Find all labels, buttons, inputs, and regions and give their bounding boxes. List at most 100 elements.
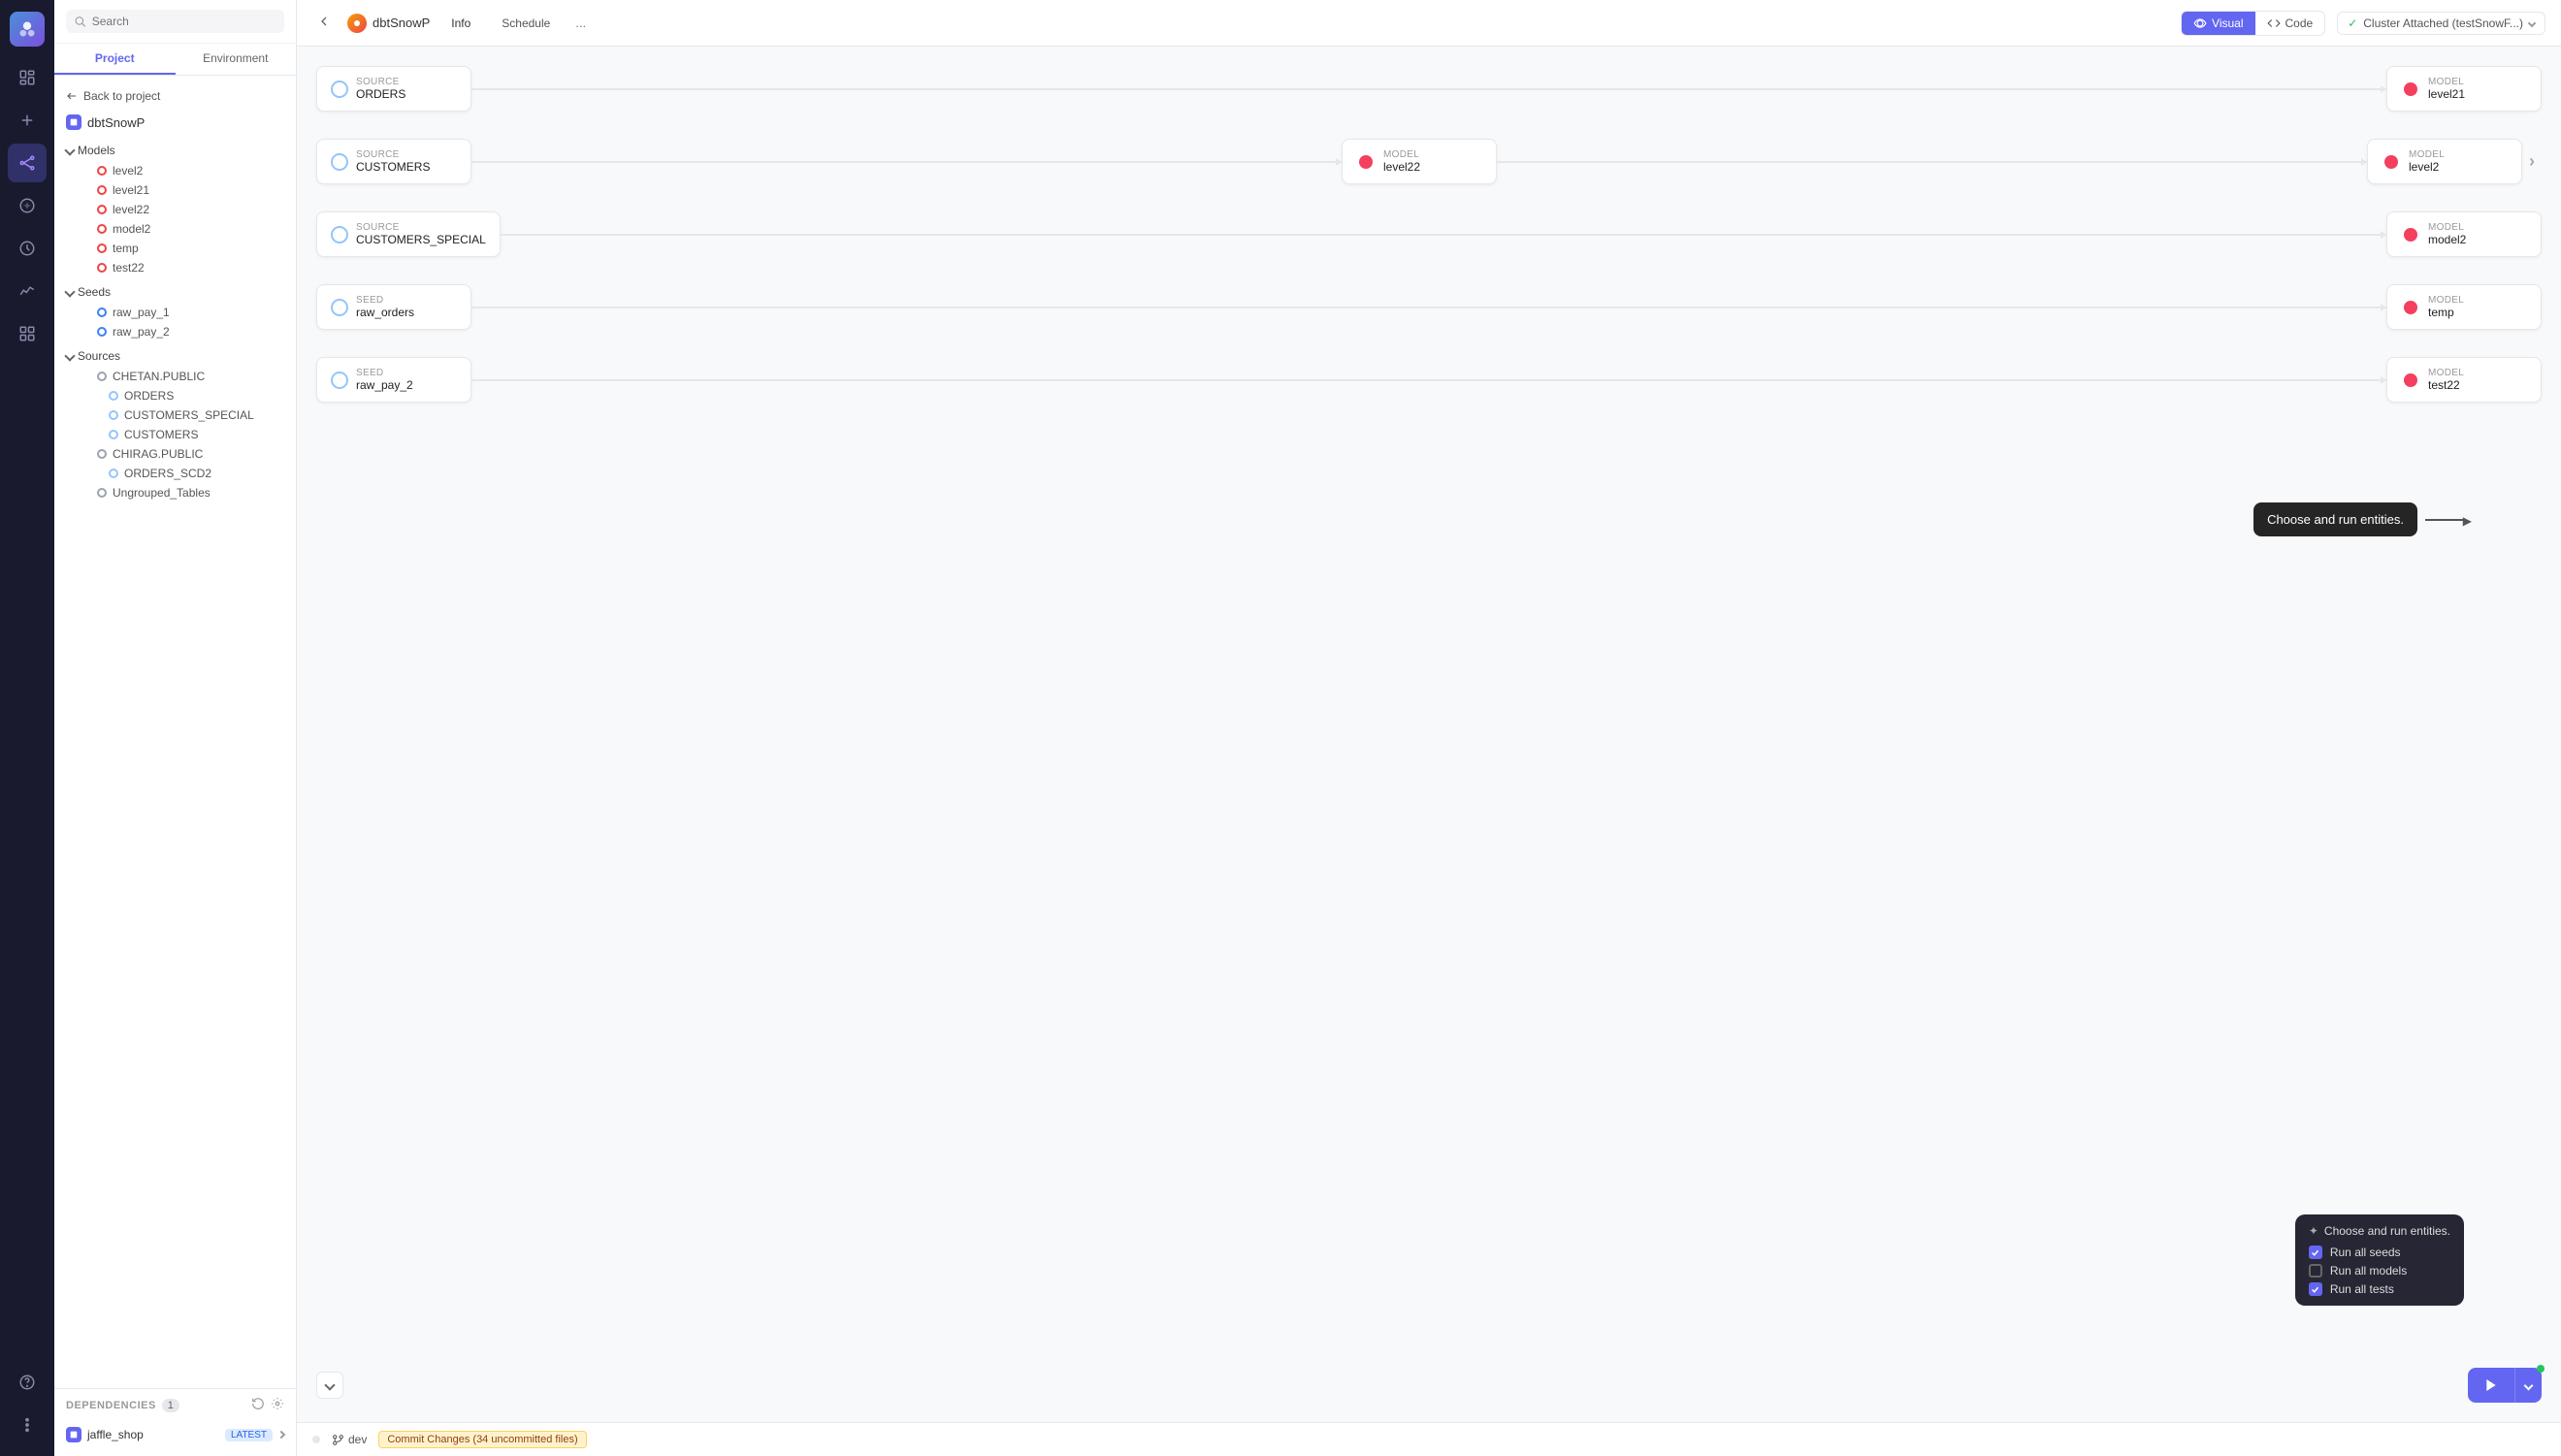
models-section: Models level2 level21 level22 model2 tem… [54, 140, 296, 277]
diagram-nav-icon[interactable] [8, 144, 47, 182]
search-area [54, 0, 296, 44]
run-play-button[interactable] [2468, 1368, 2514, 1403]
tree-item-level22[interactable]: level22 [54, 200, 296, 219]
truncate-indicator: › [2522, 151, 2542, 172]
tree-item-test22[interactable]: test22 [54, 258, 296, 277]
cluster-badge[interactable]: ✓ Cluster Attached (testSnowF...) [2337, 12, 2545, 35]
dag-row-5: Seed raw_pay_2 Model test22 [316, 357, 2542, 403]
view-toggle: Visual Code [2181, 11, 2325, 36]
arrow-icon: ▶ [2463, 514, 2472, 528]
tree-item-raw_pay_1[interactable]: raw_pay_1 [54, 303, 296, 322]
run-buttons-group [2468, 1368, 2542, 1403]
run-option-tests[interactable]: Run all tests [2309, 1282, 2450, 1296]
settings-icon[interactable] [271, 1397, 284, 1413]
refresh-icon[interactable] [251, 1397, 265, 1413]
compass-nav-icon[interactable] [8, 186, 47, 225]
node-source-orders[interactable]: Source ORDERS [316, 66, 471, 112]
sources-section: Sources CHETAN.PUBLIC ORDERS CUSTOMERS_S… [54, 345, 296, 502]
source-orders-scd2[interactable]: ORDERS_SCD2 [54, 464, 296, 483]
history-nav-icon[interactable] [8, 229, 47, 268]
back-link[interactable]: Back to project [54, 83, 296, 109]
app-logo[interactable] [10, 12, 45, 47]
add-nav-icon[interactable] [8, 101, 47, 140]
tree-item-temp[interactable]: temp [54, 239, 296, 258]
node-model-level21[interactable]: Model level21 [2386, 66, 2542, 112]
canvas-area[interactable]: Source ORDERS Model level21 [297, 47, 2561, 1422]
source-group-chetan[interactable]: CHETAN.PUBLIC [54, 367, 296, 386]
visual-view-button[interactable]: Visual [2182, 12, 2254, 35]
info-tab-button[interactable]: Info [441, 13, 480, 34]
source-ungrouped[interactable]: Ungrouped_Tables [54, 483, 296, 502]
project-root[interactable]: dbtSnowP [54, 109, 296, 136]
tab-environment[interactable]: Environment [176, 44, 297, 75]
visual-icon [2193, 16, 2207, 30]
node-model-test22[interactable]: Model test22 [2386, 357, 2542, 403]
run-option-models[interactable]: Run all models [2309, 1264, 2450, 1278]
run-option-seeds[interactable]: Run all seeds [2309, 1246, 2450, 1259]
search-input[interactable] [92, 15, 276, 28]
deps-chevron-icon [277, 1431, 285, 1439]
search-icon [74, 15, 86, 28]
tree-item-raw_pay_2[interactable]: raw_pay_2 [54, 322, 296, 341]
node-model-level22[interactable]: Model level22 [1342, 139, 1497, 184]
dag-row-1: Source ORDERS Model level21 [316, 66, 2542, 112]
more-nav-icon[interactable] [8, 1406, 47, 1444]
source-orders[interactable]: ORDERS [54, 386, 296, 405]
package-icon [66, 1427, 81, 1442]
model-dot-icon [97, 243, 107, 253]
tab-project[interactable]: Project [54, 44, 176, 75]
node-source-customers-special[interactable]: Source CUSTOMERS_SPECIAL [316, 211, 501, 257]
source-item-dot-icon [109, 410, 118, 420]
deps-title: DEPENDENCIES [66, 1400, 156, 1411]
sources-section-label[interactable]: Sources [54, 345, 296, 367]
node-seed-raw-pay-2[interactable]: Seed raw_pay_2 [316, 357, 471, 403]
node-model-model2[interactable]: Model model2 [2386, 211, 2542, 257]
connector-1 [471, 88, 2386, 90]
project-icon [66, 114, 81, 130]
run-options-panel: ✦ Choose and run entities. Run all seeds… [2295, 1214, 2464, 1306]
source-customers-special[interactable]: CUSTOMERS_SPECIAL [54, 405, 296, 425]
model-dot-icon [97, 224, 107, 234]
status-dot-icon [312, 1436, 320, 1443]
schedule-tab-button[interactable]: Schedule [492, 13, 560, 34]
source-group-dot-icon [97, 372, 107, 381]
help-nav-icon[interactable] [8, 1363, 47, 1402]
back-arrow-icon [66, 90, 78, 102]
search-box[interactable] [66, 10, 284, 33]
more-options-button[interactable]: ... [571, 12, 590, 34]
checkbox-models-icon [2309, 1264, 2322, 1278]
code-icon [2267, 16, 2281, 30]
code-view-button[interactable]: Code [2255, 12, 2325, 35]
model-node-icon [2401, 371, 2420, 390]
node-seed-raw-orders[interactable]: Seed raw_orders [316, 284, 471, 330]
tree-item-model2[interactable]: model2 [54, 219, 296, 239]
run-expand-button[interactable] [2514, 1368, 2542, 1403]
collapse-panel-button[interactable] [312, 10, 336, 36]
deps-count: 1 [162, 1399, 179, 1412]
dag-row-4: Seed raw_orders Model temp [316, 284, 2542, 330]
node-source-customers[interactable]: Source CUSTOMERS [316, 139, 471, 184]
models-section-label[interactable]: Models [54, 140, 296, 161]
files-nav-icon[interactable] [8, 58, 47, 97]
run-panel-check-icon: ✦ [2309, 1224, 2318, 1238]
seed-dot-icon [97, 307, 107, 317]
node-model-level2[interactable]: Model level2 [2367, 139, 2522, 184]
source-customers[interactable]: CUSTOMERS [54, 425, 296, 444]
scroll-down-button[interactable] [316, 1372, 343, 1399]
deps-item-jaffle-shop[interactable]: jaffle_shop LATEST [66, 1421, 284, 1448]
node-model-temp[interactable]: Model temp [2386, 284, 2542, 330]
seeds-section-label[interactable]: Seeds [54, 281, 296, 303]
tree-item-level2[interactable]: level2 [54, 161, 296, 180]
commit-changes-button[interactable]: Commit Changes (34 uncommitted files) [378, 1431, 586, 1448]
apps-nav-icon[interactable] [8, 314, 47, 353]
analytics-nav-icon[interactable] [8, 272, 47, 310]
file-tree: Back to project dbtSnowP Models level2 l… [54, 76, 296, 1388]
connector-2b [1497, 161, 2367, 163]
seeds-section: Seeds raw_pay_1 raw_pay_2 [54, 281, 296, 341]
dependencies-section: DEPENDENCIES 1 jaffle_shop LATEST [54, 1388, 296, 1456]
model-node-icon [2382, 152, 2401, 172]
model-dot-icon [97, 263, 107, 273]
source-group-chirag[interactable]: CHIRAG.PUBLIC [54, 444, 296, 464]
tree-item-level21[interactable]: level21 [54, 180, 296, 200]
model-dot-icon [97, 205, 107, 214]
